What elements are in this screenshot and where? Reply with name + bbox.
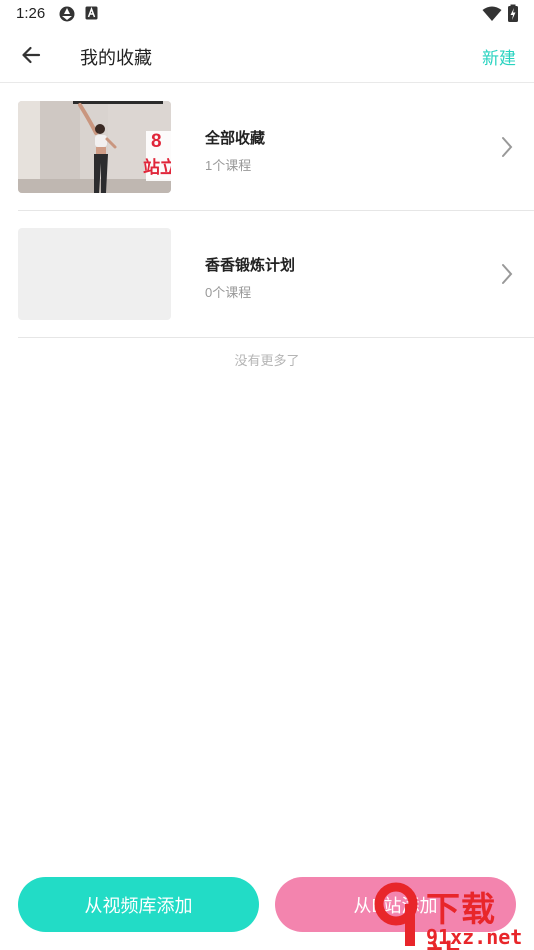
thumbnail-caption-number: 8 <box>151 131 162 152</box>
arrow-left-icon <box>22 46 41 64</box>
status-bar: 1:26 <box>0 0 534 28</box>
add-from-bilibili-button[interactable]: 从B站添加 <box>275 877 516 932</box>
collection-item-all[interactable]: 8 站立 全部收藏 1个课程 <box>18 84 534 211</box>
a-badge-icon <box>85 6 98 20</box>
chevron-right-icon <box>502 264 513 284</box>
add-from-library-button[interactable]: 从视频库添加 <box>18 877 259 932</box>
collection-list: 8 站立 全部收藏 1个课程 香香锻炼计划 0个课程 <box>0 84 534 338</box>
status-time: 1:26 <box>16 5 46 22</box>
collection-title: 香香锻炼计划 <box>205 257 296 274</box>
back-button[interactable] <box>14 40 48 70</box>
battery-charging-icon <box>508 4 518 22</box>
collection-title: 全部收藏 <box>205 130 266 147</box>
aperture-icon <box>59 6 75 22</box>
app-header: 我的收藏 新建 <box>0 28 534 83</box>
wifi-icon <box>482 6 502 21</box>
new-collection-button[interactable]: 新建 <box>482 44 516 69</box>
chevron-right-icon <box>502 137 513 157</box>
no-more-label: 没有更多了 <box>234 353 300 368</box>
page-title: 我的收藏 <box>80 48 152 68</box>
collection-thumbnail: 8 站立 <box>18 101 171 193</box>
collection-count: 1个课程 <box>205 158 252 173</box>
thumbnail-caption-text: 站立 <box>143 158 171 177</box>
collection-item-plan[interactable]: 香香锻炼计划 0个课程 <box>18 211 534 338</box>
collection-count: 0个课程 <box>205 285 252 300</box>
collection-thumbnail-empty <box>18 228 171 320</box>
workout-thumbnail-image <box>18 101 171 193</box>
